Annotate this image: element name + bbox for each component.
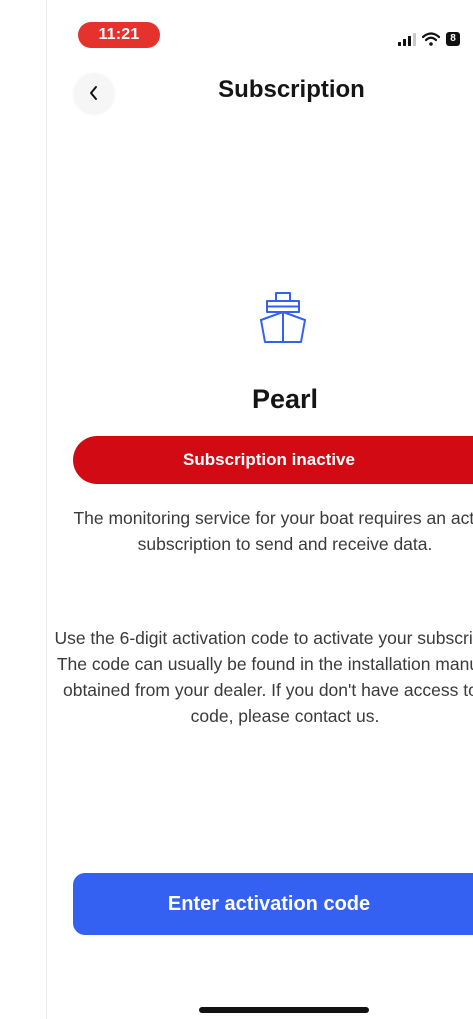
boat-icon [260,292,306,343]
wifi-icon [422,32,440,46]
subscription-description: The monitoring service for your boat req… [73,508,473,554]
home-indicator [199,1007,369,1013]
activation-instructions: Use the 6-digit activation code to activ… [54,628,473,726]
subscription-screen: 11:21 8 Subscription Pearl Subscription … [0,0,473,1019]
page-title: Subscription [218,76,365,103]
status-time: 11:21 [78,22,160,48]
status-badge: Subscription inactive [73,436,473,484]
enter-activation-code-button[interactable]: Enter activation code [73,873,473,935]
signal-icon [398,33,416,46]
back-button[interactable] [74,73,114,113]
boat-name: Pearl [251,384,319,414]
battery-icon: 8 [446,32,460,46]
chevron-left-icon [90,86,97,100]
status-icons: 8 [398,28,460,46]
